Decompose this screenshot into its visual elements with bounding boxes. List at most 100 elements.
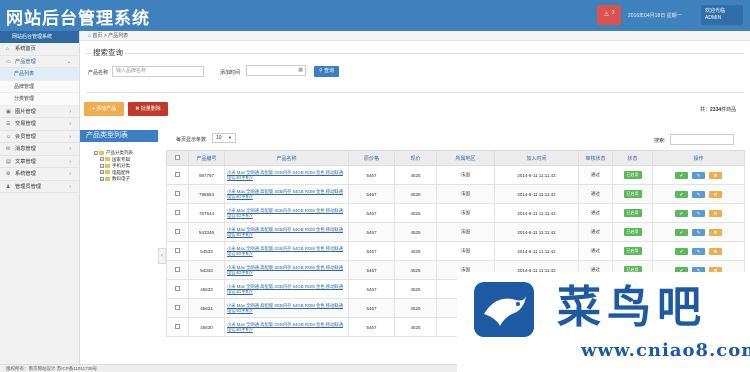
add-product-button[interactable]: + 添加产品	[84, 102, 124, 116]
column-header[interactable]: 状态	[612, 150, 653, 166]
row-checkbox[interactable]	[175, 172, 180, 177]
delete-button[interactable]: ✖	[709, 171, 722, 179]
sidebar-item[interactable]: ⚙ 系统管理 ›	[0, 168, 79, 181]
sidebar-item-label: 管理员管理	[15, 183, 41, 190]
status-badge[interactable]: 已启用	[623, 171, 642, 179]
query-button[interactable]: ⚲ 查询	[314, 66, 339, 77]
section-divider	[86, 92, 744, 93]
sidebar-item[interactable]: ⌂ 系统首页	[0, 43, 79, 56]
batch-delete-button[interactable]: ✖ 批量删除	[128, 102, 168, 116]
collapse-panel-button[interactable]: ‹	[158, 248, 166, 264]
row-select-cell	[166, 260, 189, 280]
column-header[interactable]: 现价	[394, 150, 437, 166]
product-name-input[interactable]: 输入品牌名称	[112, 66, 204, 77]
chevron-right-icon: ›	[69, 146, 71, 152]
user-menu[interactable]: 欢迎光临 ADMIN	[701, 5, 743, 25]
row-checkbox[interactable]	[175, 248, 180, 253]
sidebar-item[interactable]: ♟ 管理员管理 ›	[0, 181, 79, 193]
row-checkbox[interactable]	[175, 305, 180, 310]
column-header[interactable]: 操作	[652, 150, 745, 166]
sidebar-item[interactable]: ▤ 文章管理 ›	[0, 156, 79, 168]
delete-button[interactable]: ✖	[709, 190, 722, 198]
column-header[interactable]: 加入时间	[494, 150, 579, 166]
delete-button[interactable]: ✖	[709, 209, 722, 217]
sidebar-subitem[interactable]: 品牌管理	[0, 80, 79, 93]
product-name-link[interactable]: 小米 Max 全网通 高配版 3GB内存 64GB ROM 金色 移动联通电信4…	[224, 317, 349, 337]
product-name-link[interactable]: 小米 Max 全网通 高配版 3GB内存 64GB ROM 金色 移动联通电信4…	[224, 241, 349, 261]
collapse-icon[interactable]: −	[94, 150, 98, 155]
chevron-right-icon: ›	[69, 133, 71, 140]
total-number: 2334	[710, 107, 722, 113]
status-badge[interactable]: 已启用	[623, 209, 642, 217]
sidebar-item[interactable]: ▣ 图片管理 ›	[0, 106, 79, 118]
batch-delete-label: 批量删除	[140, 106, 161, 112]
product-name-link[interactable]: 小米 Max 全网通 高配版 3GB内存 64GB ROM 金色 移动联通电信4…	[224, 260, 349, 280]
edit-button[interactable]: ✎	[692, 171, 705, 179]
column-header[interactable]	[166, 150, 189, 166]
region: 法国	[436, 184, 495, 204]
column-header[interactable]: 产品编号	[188, 150, 225, 166]
product-name-link[interactable]: 小米 Max 全网通 高配版 3GB内存 64GB ROM 金色 移动联通电信4…	[224, 222, 349, 242]
expand-icon[interactable]: +	[100, 163, 104, 168]
column-header[interactable]: 所属地区	[436, 150, 495, 166]
product-name-link[interactable]: 小米 Max 全网通 高配版 3GB内存 64GB ROM 金色 移动联通电信4…	[224, 184, 349, 204]
expand-icon[interactable]: +	[100, 170, 104, 175]
original-price: 5467	[348, 222, 395, 242]
row-select-cell	[166, 298, 189, 318]
sidebar-item[interactable]: ☰ 交易管理 ›	[0, 118, 79, 131]
table-search-input[interactable]	[670, 134, 734, 145]
status-badge[interactable]: 已启用	[623, 190, 642, 198]
product-name-label: 产品名称	[88, 70, 109, 76]
row-checkbox[interactable]	[175, 191, 180, 196]
product-name-link[interactable]: 小米 Max 全网通 高配版 3GB内存 64GB ROM 金色 移动联通电信4…	[224, 203, 349, 223]
sidebar-item[interactable]: ☺ 会员管理 ›	[0, 131, 79, 143]
approve-button[interactable]: ✔	[675, 209, 688, 217]
sidebar-subitem[interactable]: 产品列表	[0, 68, 79, 81]
expand-icon[interactable]: +	[100, 176, 104, 181]
per-page-select[interactable]: 10 ▼	[212, 133, 236, 143]
product-id: 54533	[188, 241, 225, 261]
edit-button[interactable]: ✎	[692, 247, 705, 255]
approve-button[interactable]: ✔	[675, 190, 688, 198]
site-logo[interactable]: 网站后台管理系统	[6, 4, 150, 29]
column-header[interactable]: 产品名称	[224, 150, 349, 166]
edit-button[interactable]: ✎	[692, 209, 705, 217]
sidebar-item[interactable]: ▭ 产品管理 ⌄	[0, 56, 79, 68]
add-time-input[interactable]: ▦	[246, 65, 306, 76]
column-header[interactable]: 原价格	[348, 150, 395, 166]
notification-button[interactable]: ♨ 2	[597, 5, 621, 25]
row-checkbox[interactable]	[175, 210, 180, 215]
added-time: 2014-6-11 11:11:42	[494, 165, 579, 185]
calendar-icon[interactable]: ▦	[298, 66, 303, 75]
edit-button[interactable]: ✎	[692, 190, 705, 198]
breadcrumb-home[interactable]: 首页	[92, 33, 102, 39]
row-checkbox[interactable]	[175, 286, 180, 291]
product-name-link[interactable]: 小米 Max 全网通 高配版 3GB内存 64GB ROM 金色 移动联通电信4…	[224, 298, 349, 318]
approve-button[interactable]: ✔	[675, 171, 688, 179]
added-time: 2014-6-11 11:11:42	[494, 222, 579, 242]
per-page-label: 每页显示条数	[176, 137, 207, 143]
chevron-right-icon: ›	[69, 171, 71, 177]
sidebar-subitem[interactable]: 分类管理	[0, 93, 79, 106]
product-name-link[interactable]: 小米 Max 全网通 高配版 3GB内存 64GB ROM 金色 移动联通电信4…	[224, 165, 349, 185]
row-checkbox[interactable]	[175, 267, 180, 272]
approve-button[interactable]: ✔	[675, 228, 688, 236]
row-checkbox[interactable]	[175, 229, 180, 234]
user-greeting: 欢迎光临	[705, 8, 726, 14]
row-checkbox[interactable]	[175, 324, 180, 329]
image-icon: ▣	[6, 108, 11, 115]
column-header[interactable]: 审核状态	[578, 150, 613, 166]
sidebar-item-label: 消息管理	[15, 146, 36, 152]
tree-node[interactable]: + 数码电子	[100, 176, 158, 183]
sidebar-item[interactable]: ✉ 消息管理 ›	[0, 143, 79, 156]
status-badge[interactable]: 已启用	[623, 247, 642, 255]
product-name-link[interactable]: 小米 Max 全网通 高配版 3GB内存 64GB ROM 金色 移动联通电信4…	[224, 279, 349, 299]
select-all-checkbox[interactable]	[175, 154, 180, 160]
delete-button[interactable]: ✖	[709, 247, 722, 255]
approve-button[interactable]: ✔	[675, 247, 688, 255]
edit-button[interactable]: ✎	[692, 228, 705, 236]
delete-button[interactable]: ✖	[709, 228, 722, 236]
region: 法国	[436, 165, 495, 185]
expand-icon[interactable]: +	[100, 157, 104, 162]
status-badge[interactable]: 已启用	[623, 228, 642, 236]
